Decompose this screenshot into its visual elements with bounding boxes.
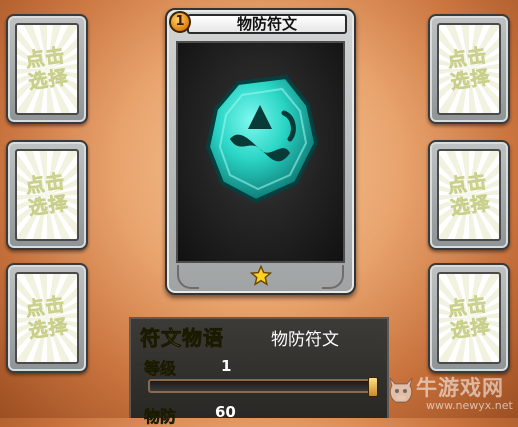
defense-value: 60: [215, 403, 236, 421]
rune-slot-left-2[interactable]: 点击 选择: [6, 140, 88, 250]
slot-placeholder: 点击 选择: [15, 149, 79, 241]
rune-slot-left-3[interactable]: 点击 选择: [6, 263, 88, 373]
defense-label: 物防: [144, 407, 177, 427]
rune-slot-left-1[interactable]: 点击 选择: [6, 14, 88, 124]
slot-hint: 点击 选择: [24, 44, 70, 94]
level-badge: 1: [169, 11, 191, 33]
rune-card[interactable]: 物防符文 1: [165, 8, 356, 295]
slot-placeholder: 点击 选择: [15, 272, 79, 364]
rune-artwork: [176, 41, 345, 263]
slot-hint: 点击 选择: [24, 170, 70, 220]
rune-gem-icon: [188, 68, 332, 228]
bull-logo-icon: [389, 377, 413, 403]
watermark-url: www.newyx.net: [426, 399, 513, 412]
card-title: 物防符文: [187, 14, 347, 34]
slot-hint: 点击 选择: [446, 170, 492, 220]
slot-placeholder: 点击 选择: [437, 23, 501, 115]
watermark-text: 牛游戏网: [416, 376, 504, 400]
level-progress-bar: [148, 377, 378, 397]
slot-placeholder: 点击 选择: [437, 272, 501, 364]
level-value: 1: [221, 357, 232, 375]
rune-info-panel: 符文物语 物防符文 等级 1 物防 60: [129, 317, 389, 426]
slot-hint: 点击 选择: [24, 293, 70, 343]
slot-hint: 点击 选择: [446, 293, 492, 343]
rune-slot-right-2[interactable]: 点击 选择: [428, 140, 510, 250]
slot-placeholder: 点击 选择: [437, 149, 501, 241]
rune-slot-right-1[interactable]: 点击 选择: [428, 14, 510, 124]
star-icon: [250, 265, 272, 286]
panel-heading: 符文物语: [140, 326, 224, 351]
slot-hint: 点击 选择: [446, 44, 492, 94]
slot-placeholder: 点击 选择: [15, 23, 79, 115]
rune-slot-right-3[interactable]: 点击 选择: [428, 263, 510, 373]
level-label: 等级: [144, 359, 177, 379]
card-footer: [176, 265, 345, 291]
rune-name: 物防符文: [271, 330, 339, 350]
site-watermark: 牛游戏网 www.newyx.net: [386, 372, 516, 416]
progress-end-cap: [368, 377, 378, 397]
